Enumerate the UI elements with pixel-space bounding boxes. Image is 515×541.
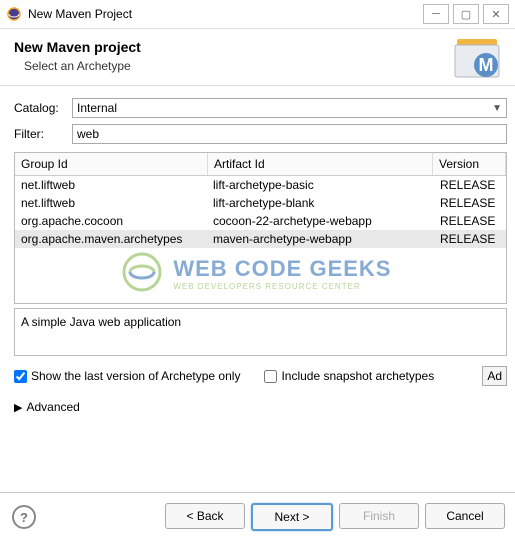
cell-artifact: lift-archetype-basic — [207, 176, 434, 194]
cell-group: net.liftweb — [15, 194, 207, 212]
dialog-header: New Maven project Select an Archetype M — [0, 29, 515, 86]
close-button[interactable]: ✕ — [483, 4, 509, 24]
column-artifact-id[interactable]: Artifact Id — [208, 153, 433, 175]
catalog-value: Internal — [77, 101, 117, 115]
maximize-button[interactable]: ▢ — [453, 4, 479, 24]
show-last-version-label: Show the last version of Archetype only — [31, 369, 240, 383]
svg-text:M: M — [479, 55, 494, 75]
add-archetype-button[interactable]: Ad — [482, 366, 507, 386]
help-icon[interactable]: ? — [12, 505, 36, 529]
window-title: New Maven Project — [28, 7, 423, 21]
page-title: New Maven project — [14, 39, 501, 55]
cell-version: RELEASE — [434, 230, 506, 248]
chevron-down-icon: ▼ — [492, 103, 502, 114]
cell-group: net.liftweb — [15, 176, 207, 194]
cell-artifact: cocoon-22-archetype-webapp — [207, 212, 434, 230]
minimize-button[interactable]: ─ — [423, 4, 449, 24]
title-bar: New Maven Project ─ ▢ ✕ — [0, 0, 515, 29]
table-body: net.liftweblift-archetype-basicRELEASEne… — [15, 176, 506, 248]
cell-version: RELEASE — [434, 176, 506, 194]
page-subtitle: Select an Archetype — [24, 59, 501, 73]
catalog-label: Catalog: — [14, 101, 72, 115]
catalog-row: Catalog: Internal ▼ — [14, 98, 507, 118]
cell-version: RELEASE — [434, 212, 506, 230]
content-area: Catalog: Internal ▼ Filter: Group Id Art… — [0, 86, 515, 414]
eclipse-icon — [6, 6, 22, 22]
cell-artifact: maven-archetype-webapp — [207, 230, 434, 248]
filter-label: Filter: — [14, 127, 72, 141]
archetype-description: A simple Java web application — [14, 308, 507, 356]
column-version[interactable]: Version — [433, 153, 506, 175]
table-row[interactable]: net.liftweblift-archetype-blankRELEASE — [15, 194, 506, 212]
include-snapshot-checkbox[interactable]: Include snapshot archetypes — [264, 369, 434, 383]
finish-button: Finish — [339, 503, 419, 529]
cell-version: RELEASE — [434, 194, 506, 212]
cell-group: org.apache.maven.archetypes — [15, 230, 207, 248]
filter-input[interactable] — [72, 124, 507, 144]
advanced-toggle[interactable]: ▶ Advanced — [14, 400, 507, 414]
back-button[interactable]: < Back — [165, 503, 245, 529]
advanced-label: Advanced — [26, 400, 79, 414]
table-row[interactable]: org.apache.cocooncocoon-22-archetype-web… — [15, 212, 506, 230]
cell-group: org.apache.cocoon — [15, 212, 207, 230]
filter-row: Filter: — [14, 124, 507, 144]
cell-artifact: lift-archetype-blank — [207, 194, 434, 212]
maven-banner-icon: M — [453, 37, 501, 81]
table-row[interactable]: org.apache.maven.archetypesmaven-archety… — [15, 230, 506, 248]
archetype-table[interactable]: Group Id Artifact Id Version net.liftweb… — [14, 152, 507, 304]
table-row[interactable]: net.liftweblift-archetype-basicRELEASE — [15, 176, 506, 194]
dialog-footer: ? < Back Next > Finish Cancel — [0, 492, 515, 541]
show-last-version-input[interactable] — [14, 370, 27, 383]
include-snapshot-label: Include snapshot archetypes — [281, 369, 434, 383]
show-last-version-checkbox[interactable]: Show the last version of Archetype only — [14, 369, 240, 383]
next-button[interactable]: Next > — [251, 503, 333, 531]
table-header: Group Id Artifact Id Version — [15, 153, 506, 176]
column-group-id[interactable]: Group Id — [15, 153, 208, 175]
options-row: Show the last version of Archetype only … — [14, 366, 507, 386]
triangle-right-icon: ▶ — [14, 401, 22, 414]
include-snapshot-input[interactable] — [264, 370, 277, 383]
cancel-button[interactable]: Cancel — [425, 503, 505, 529]
catalog-select[interactable]: Internal ▼ — [72, 98, 507, 118]
